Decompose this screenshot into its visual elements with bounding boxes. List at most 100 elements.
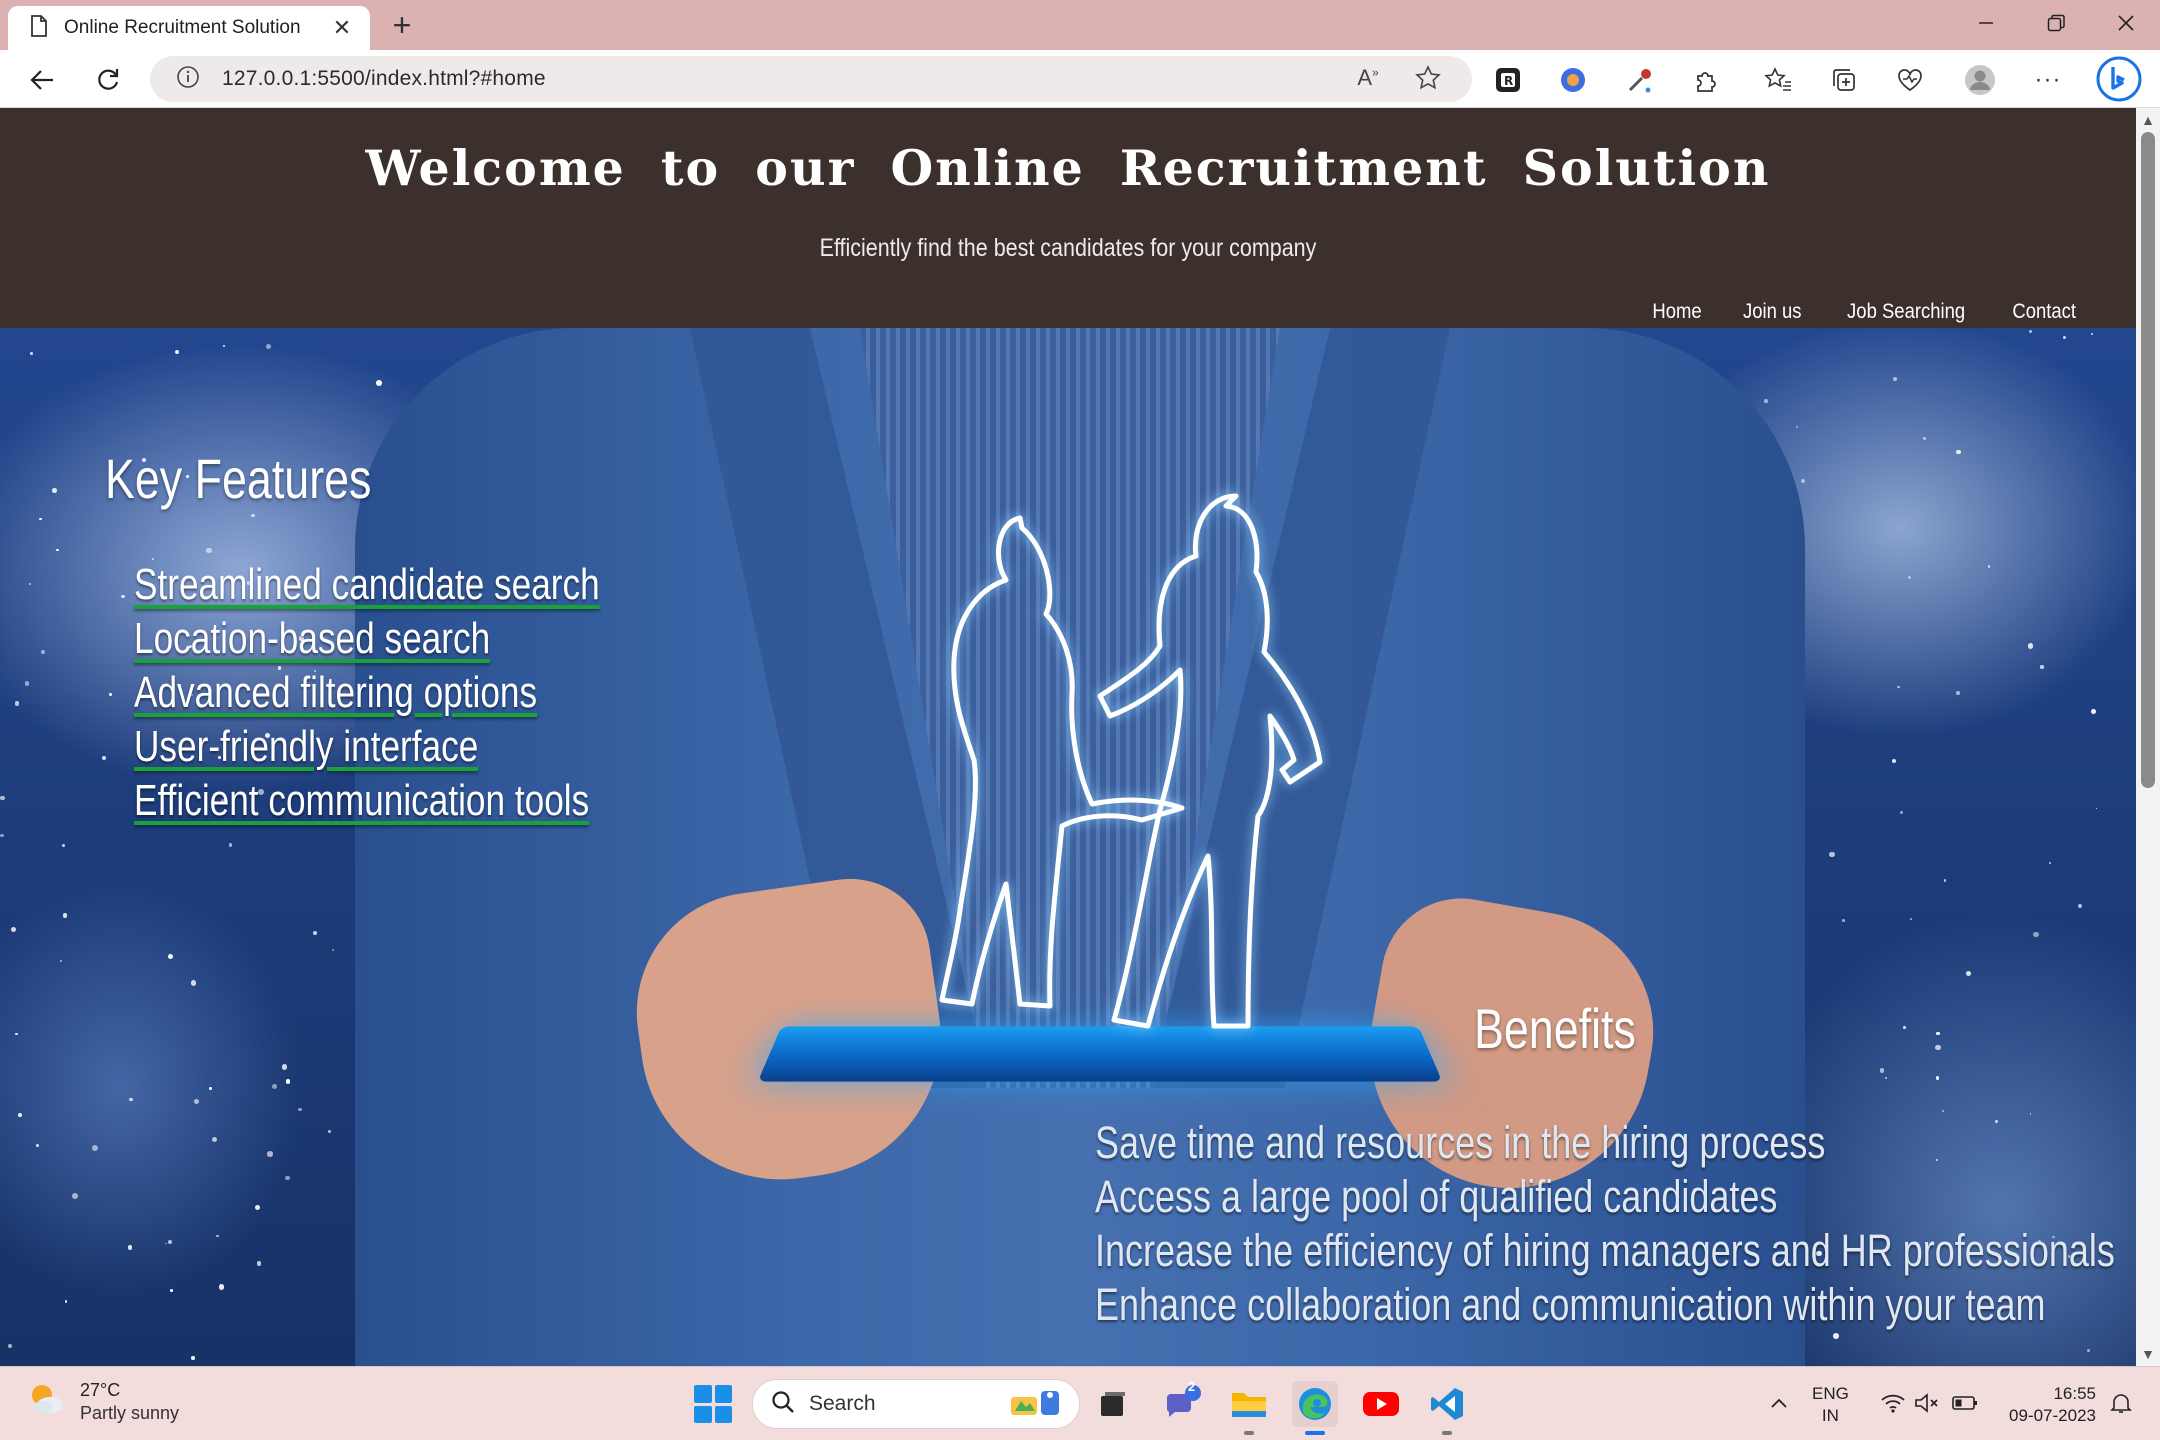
benefit-item: Save time and resources in the hiring pr… xyxy=(1095,1117,1826,1168)
youtube-icon[interactable] xyxy=(1358,1381,1404,1427)
star-dot xyxy=(2049,861,2052,864)
key-feature-item: Advanced filtering options xyxy=(134,668,538,717)
star-dot xyxy=(1935,1045,1941,1051)
star-dot xyxy=(167,1240,172,1245)
extension-shield-icon[interactable] xyxy=(1553,60,1593,100)
new-tab-button[interactable]: + xyxy=(382,6,422,44)
extension-r-icon[interactable]: R xyxy=(1488,60,1528,100)
star-dot xyxy=(1764,399,1768,403)
refresh-icon[interactable] xyxy=(86,58,130,102)
more-icon[interactable]: ··· xyxy=(2028,60,2068,100)
star-dot xyxy=(2033,931,2039,937)
star-dot xyxy=(251,514,255,518)
key-feature-item: Efficient communication tools xyxy=(134,776,590,825)
nav-contact-link[interactable]: Contact xyxy=(2012,300,2076,324)
benefit-item: Access a large pool of qualified candida… xyxy=(1095,1171,1778,1222)
star-dot xyxy=(10,927,16,933)
scroll-down-arrow-icon[interactable]: ▼ xyxy=(2136,1346,2160,1362)
star-dot xyxy=(191,980,197,986)
vscode-icon[interactable] xyxy=(1424,1381,1470,1435)
search-highlight-icon xyxy=(1005,1385,1065,1424)
star-dot xyxy=(1829,852,1835,858)
file-explorer-icon[interactable] xyxy=(1226,1381,1272,1435)
extension-picker-icon[interactable] xyxy=(1620,60,1660,100)
handshake-hologram-icon xyxy=(939,493,1323,1029)
favorite-star-icon[interactable] xyxy=(1408,58,1448,98)
restore-icon[interactable] xyxy=(2022,0,2090,46)
collections-icon[interactable] xyxy=(1824,60,1864,100)
teams-badge: 2 xyxy=(1188,1379,1196,1394)
extensions-puzzle-icon[interactable] xyxy=(1686,60,1726,100)
start-button-windows-icon[interactable] xyxy=(694,1385,732,1423)
star-dot xyxy=(1935,1076,1940,1080)
star-dot xyxy=(2029,1112,2032,1115)
window-close-icon[interactable] xyxy=(2092,0,2160,46)
star-dot xyxy=(1796,425,1799,428)
address-bar[interactable]: 127.0.0.1:5500/index.html?#home xyxy=(150,56,1472,102)
star-dot xyxy=(62,913,68,918)
star-dot xyxy=(28,582,31,585)
key-feature-item: Location-based search xyxy=(134,614,491,663)
star-dot xyxy=(271,1084,278,1090)
favorites-icon[interactable] xyxy=(1758,60,1798,100)
star-dot xyxy=(1879,1068,1885,1073)
back-icon[interactable] xyxy=(20,58,64,102)
info-icon[interactable] xyxy=(176,65,200,94)
browser-essentials-icon[interactable] xyxy=(1890,60,1930,100)
nav-home-link[interactable]: Home xyxy=(1652,300,1701,324)
star-dot xyxy=(35,1144,40,1148)
profile-icon[interactable] xyxy=(1960,60,2000,100)
key-feature-item: Streamlined candidate search xyxy=(134,560,600,609)
scroll-up-arrow-icon[interactable]: ▲ xyxy=(2136,112,2160,128)
volume-muted-icon[interactable] xyxy=(1910,1381,1944,1425)
task-view-icon[interactable] xyxy=(1090,1381,1136,1427)
star-dot xyxy=(127,1245,133,1250)
weather-widget[interactable]: 27°C Partly sunny xyxy=(26,1379,179,1424)
star-dot xyxy=(1902,1025,1906,1029)
nav-job-searching-link[interactable]: Job Searching xyxy=(1847,300,1965,324)
tab-close-icon[interactable]: ✕ xyxy=(328,15,356,41)
nav-join-link[interactable]: Join us xyxy=(1743,300,1802,324)
star-dot xyxy=(1909,918,1912,920)
browser-tab[interactable]: Online Recruitment Solution ✕ xyxy=(8,6,370,50)
teams-chat-icon[interactable]: 2 xyxy=(1158,1379,1204,1427)
star-dot xyxy=(1942,1109,1945,1112)
star-dot xyxy=(2062,336,2067,340)
star-dot xyxy=(1907,575,1912,580)
wifi-icon[interactable] xyxy=(1876,1381,1910,1425)
battery-icon[interactable] xyxy=(1948,1381,1982,1425)
language-code: ENG xyxy=(1812,1384,1849,1403)
star-dot xyxy=(2077,904,2083,909)
star-dot xyxy=(267,1151,273,1157)
bing-icon[interactable] xyxy=(2096,56,2142,102)
page-title: Welcome to our Online Recruitment Soluti… xyxy=(365,139,1771,197)
browser-toolbar: 127.0.0.1:5500/index.html?#home A» R ··· xyxy=(0,50,2160,108)
star-dot xyxy=(2095,807,2098,810)
star-dot xyxy=(18,1113,22,1117)
minimize-icon[interactable] xyxy=(1952,0,2020,46)
notification-bell-icon[interactable] xyxy=(2104,1381,2138,1425)
key-feature-item: User-friendly interface xyxy=(134,722,479,771)
star-dot xyxy=(265,343,271,349)
star-dot xyxy=(72,1192,78,1199)
hero-section: Key Features Streamlined candidate searc… xyxy=(0,328,2136,1366)
scrollbar-thumb[interactable] xyxy=(2141,132,2155,788)
star-dot xyxy=(255,1205,261,1211)
taskbar-search-box[interactable]: Search xyxy=(752,1379,1080,1429)
star-dot xyxy=(170,1289,173,1292)
star-dot xyxy=(64,1300,68,1303)
show-hidden-icons-chevron-up-icon[interactable] xyxy=(1762,1381,1796,1425)
language-indicator[interactable]: ENG IN xyxy=(1812,1383,1849,1427)
star-dot xyxy=(218,1284,224,1290)
star-dot xyxy=(0,795,5,801)
star-dot xyxy=(285,1175,290,1181)
read-aloud-icon[interactable]: A» xyxy=(1348,58,1388,98)
vertical-scrollbar[interactable]: ▲ ▼ xyxy=(2136,108,2160,1366)
clock-time: 16:55 xyxy=(2053,1384,2096,1403)
star-dot xyxy=(167,953,173,960)
system-clock[interactable]: 16:55 09-07-2023 xyxy=(1996,1383,2096,1427)
edge-browser-icon[interactable] xyxy=(1292,1381,1338,1435)
region-code: IN xyxy=(1821,1406,1839,1425)
star-dot xyxy=(164,1242,167,1245)
star-dot xyxy=(209,1087,213,1091)
